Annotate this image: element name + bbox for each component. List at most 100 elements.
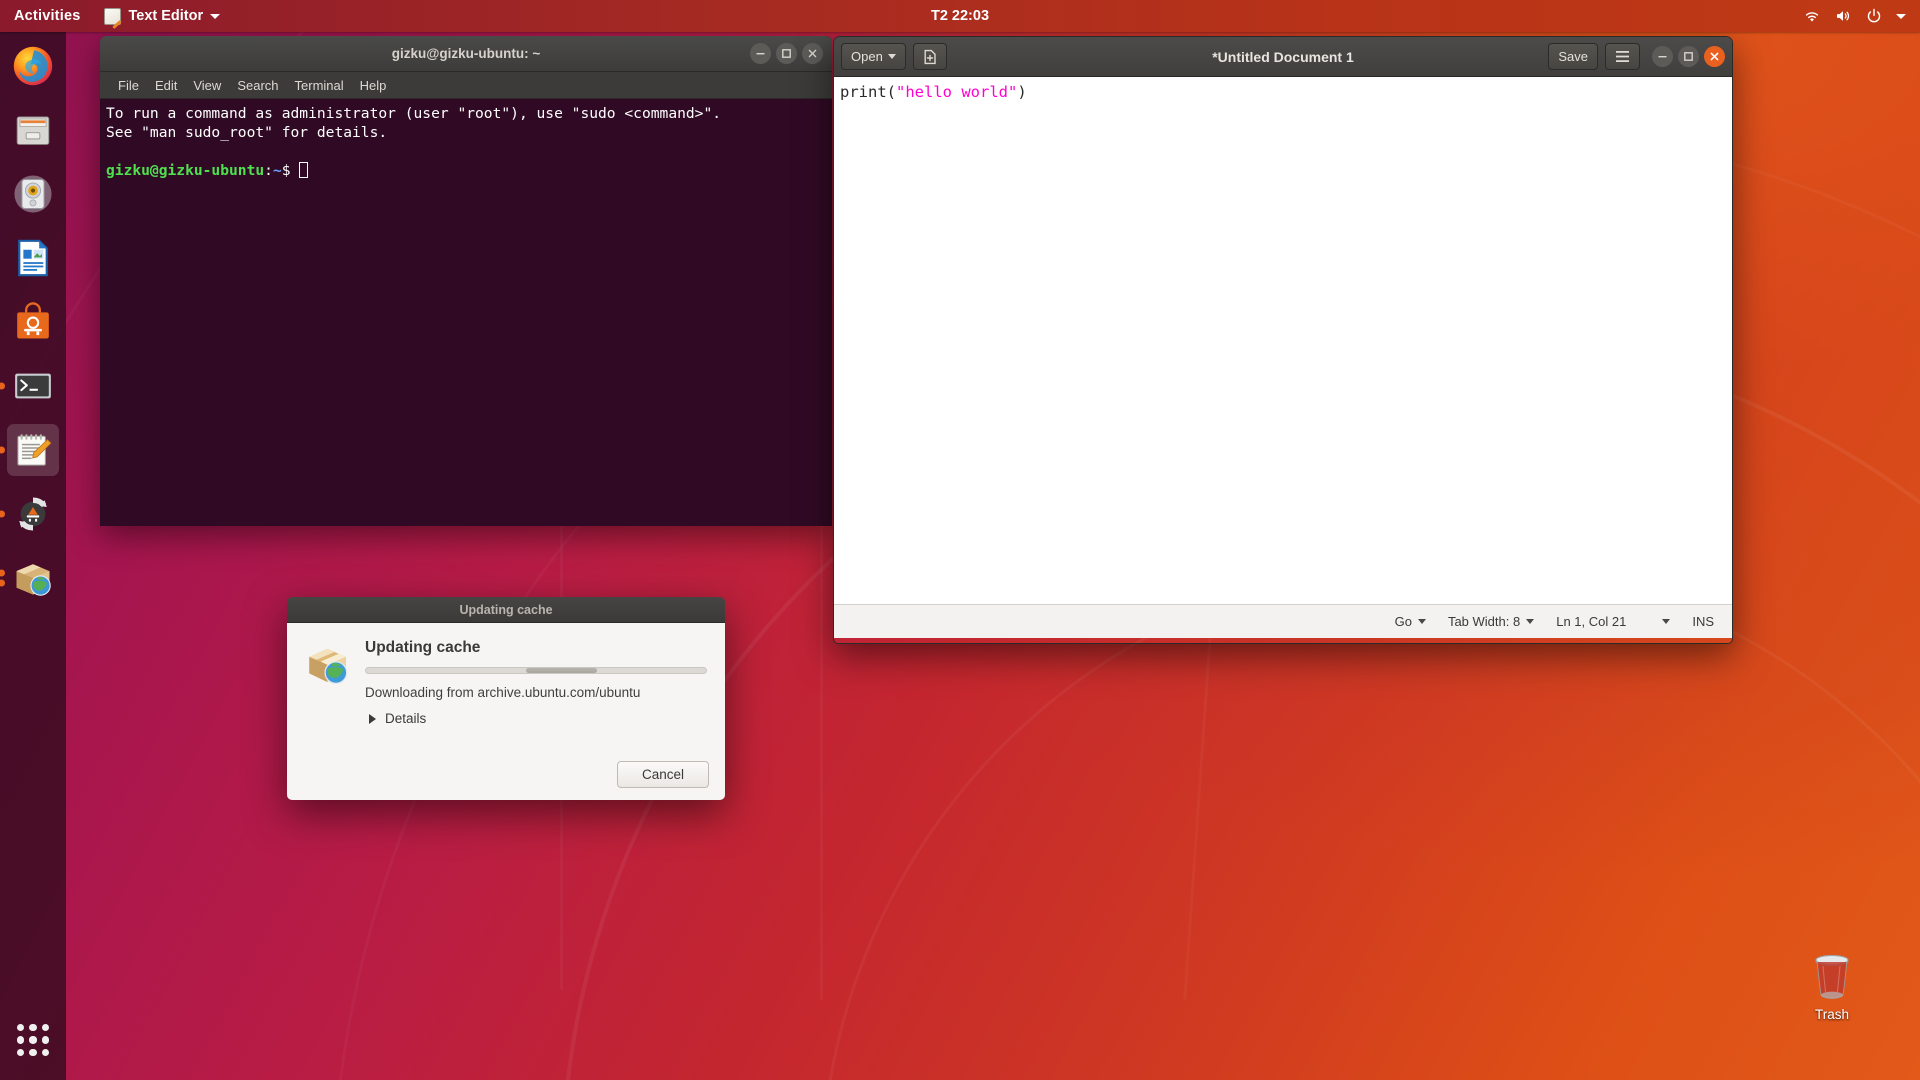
- dock-item-update-manager[interactable]: [0, 552, 59, 604]
- dock-item-ubuntu-software[interactable]: [7, 296, 59, 348]
- minimize-button[interactable]: [750, 43, 771, 64]
- trash-label: Trash: [1814, 1007, 1849, 1022]
- show-applications-button[interactable]: [11, 1018, 55, 1062]
- triangle-right-icon: [369, 713, 376, 724]
- terminal-line: See "man sudo_root" for details.: [106, 124, 388, 141]
- dock-item-software-updater[interactable]: [0, 488, 59, 540]
- grid-dot: [41, 1036, 49, 1044]
- dialog-body: Updating cache Downloading from archive.…: [287, 623, 725, 800]
- menu-search[interactable]: Search: [229, 76, 286, 95]
- running-indicator: [0, 510, 5, 518]
- volume-icon[interactable]: [1834, 7, 1852, 25]
- grid-dot: [17, 1048, 25, 1056]
- menu-view[interactable]: View: [185, 76, 229, 95]
- menu-terminal[interactable]: Terminal: [287, 76, 352, 95]
- dialog-main: Updating cache Downloading from archive.…: [365, 637, 707, 726]
- dock-item-firefox[interactable]: [7, 40, 59, 92]
- dock-item-rhythmbox[interactable]: [7, 168, 59, 220]
- chevron-down-icon: [1526, 619, 1535, 624]
- terminal-window[interactable]: gizku@gizku-ubuntu: ~ File Edit View Sea…: [100, 36, 832, 526]
- progress-bar: [365, 667, 707, 674]
- open-button-label: Open: [851, 49, 883, 64]
- app-menu-label: Text Editor: [128, 8, 204, 24]
- go-label: Go: [1394, 614, 1412, 629]
- software-updater-icon: [19, 497, 47, 531]
- wifi-icon[interactable]: [1803, 7, 1821, 25]
- grid-dot: [41, 1048, 49, 1056]
- menu-edit[interactable]: Edit: [147, 76, 185, 95]
- text-editor-window-controls: [1652, 46, 1725, 67]
- activities-button[interactable]: Activities: [0, 8, 94, 24]
- cursor-position-label: Ln 1, Col 21: [1556, 614, 1627, 629]
- maximize-button[interactable]: [1678, 46, 1699, 67]
- dialog-title: Updating cache: [459, 602, 553, 617]
- terminal-prompt-separator: :: [264, 162, 273, 179]
- insert-mode-indicator: INS: [1692, 614, 1714, 629]
- code-text-tail: ): [1017, 83, 1027, 101]
- grid-dot: [29, 1036, 37, 1044]
- grid-dot: [17, 1036, 25, 1044]
- trash-desktop-icon[interactable]: Trash: [1782, 952, 1882, 1022]
- updating-cache-dialog[interactable]: Updating cache Updating cache Downloadin…: [287, 597, 725, 800]
- dock-item-libreoffice-writer[interactable]: [7, 232, 59, 284]
- dock-item-terminal[interactable]: [0, 360, 59, 412]
- new-document-button[interactable]: [912, 43, 947, 70]
- text-editor-statusbar: Go Tab Width: 8 Ln 1, Col 21 INS: [834, 604, 1732, 638]
- terminal-cursor: [299, 162, 309, 178]
- cursor-position-selector[interactable]: Ln 1, Col 21: [1556, 614, 1671, 629]
- close-button[interactable]: [802, 43, 823, 64]
- clock[interactable]: T2 22:03: [885, 8, 1035, 24]
- grid-dot: [41, 1024, 49, 1032]
- terminal-titlebar: gizku@gizku-ubuntu: ~: [100, 36, 832, 72]
- dialog-status-text: Downloading from archive.ubuntu.com/ubun…: [365, 685, 641, 700]
- open-button[interactable]: Open: [841, 43, 906, 70]
- app-menu-text-editor[interactable]: Text Editor: [94, 7, 230, 25]
- terminal-icon: [15, 373, 51, 399]
- terminal-prompt-userhost: gizku@gizku-ubuntu: [106, 162, 265, 179]
- hamburger-menu-button[interactable]: [1605, 43, 1640, 70]
- terminal-prompt-sigil: $: [281, 162, 291, 179]
- text-editor-headerbar: Open *Untitled Document 1 Save: [834, 37, 1732, 77]
- system-tray[interactable]: [1803, 7, 1920, 25]
- package-globe-icon: [309, 648, 348, 685]
- chevron-down-icon: [1417, 619, 1426, 624]
- hamburger-menu-icon: [1616, 51, 1629, 62]
- tab-width-label: Tab Width: 8: [1447, 614, 1521, 629]
- dock: [0, 32, 66, 1080]
- menu-help[interactable]: Help: [352, 76, 395, 95]
- close-button[interactable]: [1704, 46, 1725, 67]
- save-button-label: Save: [1558, 49, 1588, 64]
- firefox-icon: [13, 46, 53, 86]
- cancel-button[interactable]: Cancel: [616, 761, 709, 788]
- files-icon: [16, 116, 50, 145]
- text-editor-title: *Untitled Document 1: [1212, 48, 1354, 65]
- grid-dot: [29, 1048, 37, 1056]
- text-editor-icon: [104, 7, 122, 25]
- details-label: Details: [385, 711, 427, 726]
- trash-icon: [1815, 954, 1849, 999]
- progress-bar-pulse: [525, 668, 598, 673]
- dock-item-text-editor[interactable]: [0, 424, 59, 476]
- terminal-output[interactable]: To run a command as administrator (user …: [100, 99, 832, 185]
- terminal-prompt-path: ~: [272, 162, 282, 179]
- grid-dot: [29, 1024, 37, 1032]
- running-indicator: [0, 446, 5, 454]
- terminal-window-controls: [750, 43, 823, 64]
- power-icon[interactable]: [1865, 7, 1883, 25]
- go-to-line-button[interactable]: Go: [1395, 614, 1426, 629]
- text-editor-window[interactable]: Open *Untitled Document 1 Save print("he…: [833, 36, 1733, 644]
- chevron-down-icon[interactable]: [1896, 13, 1906, 19]
- details-expander[interactable]: Details: [365, 711, 707, 726]
- insert-mode-label: INS: [1692, 614, 1714, 629]
- dock-item-files[interactable]: [7, 104, 59, 156]
- text-editor-header-actions: Save: [1548, 43, 1725, 70]
- maximize-button[interactable]: [776, 43, 797, 64]
- tab-width-selector[interactable]: Tab Width: 8: [1447, 614, 1535, 629]
- text-editor-content[interactable]: print("hello world"): [834, 77, 1732, 604]
- minimize-button[interactable]: [1652, 46, 1673, 67]
- menu-file[interactable]: File: [110, 76, 147, 95]
- libreoffice-writer-icon: [18, 239, 48, 277]
- dialog-titlebar: Updating cache: [287, 597, 725, 623]
- ubuntu-software-icon: [17, 302, 49, 339]
- save-button[interactable]: Save: [1548, 43, 1598, 70]
